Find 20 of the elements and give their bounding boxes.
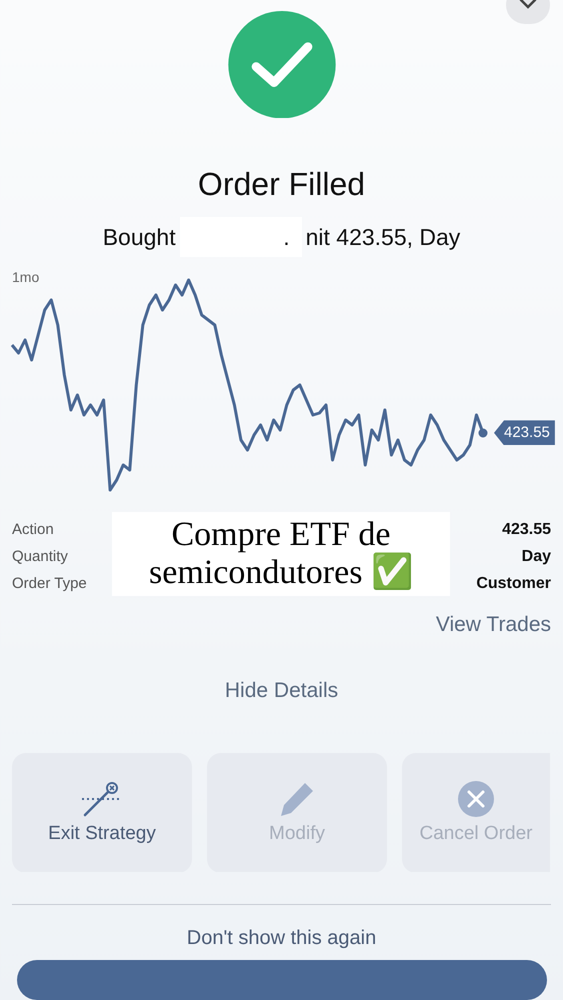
order-status-title: Order Filled [198, 166, 366, 204]
exit-button[interactable]: Exit Strategy [12, 752, 192, 872]
hide-details-link[interactable]: Hide Details [224, 678, 338, 703]
price-tag: 423.55 [494, 420, 555, 446]
detail-value: 423.55 [502, 520, 551, 539]
detail-label: Action [12, 520, 54, 539]
cancel-icon [458, 780, 494, 817]
redaction-block: . [180, 217, 302, 258]
order-summary-text: Bought [102, 224, 176, 251]
order-summary-text: nit 423.55, Day [306, 224, 460, 251]
success-check-icon [228, 11, 336, 118]
detail-value: Customer [476, 574, 551, 593]
detail-value: Day [522, 548, 551, 566]
chart-range-label: 1mo [12, 269, 40, 286]
pencil-icon [279, 780, 315, 817]
dont-show-again-link[interactable]: Don't show this again [186, 927, 376, 950]
view-trades-link[interactable]: View Trades [436, 612, 551, 637]
detail-label: Quantity [12, 548, 68, 566]
detail-label: Order Type [12, 574, 87, 593]
caption-sticker: Compre ETF de semicondutores ✅ [112, 512, 450, 596]
